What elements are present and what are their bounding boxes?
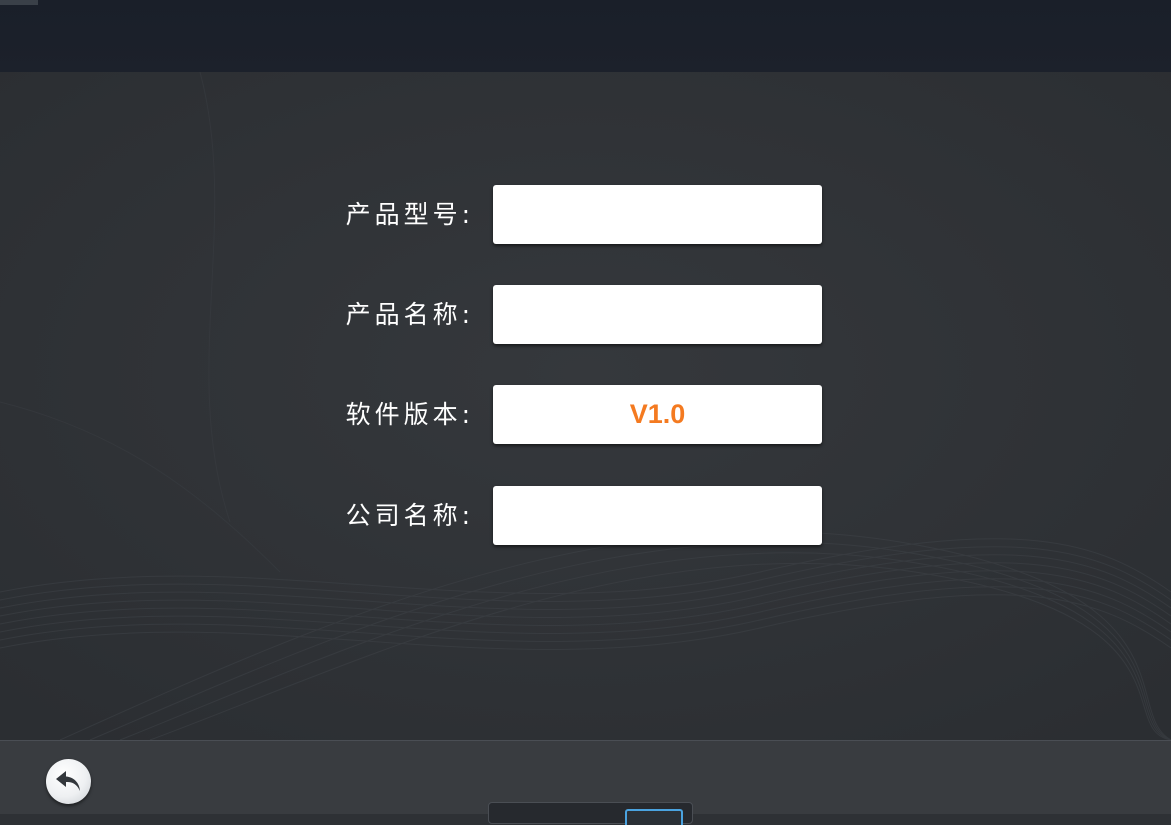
form-row-company-name: 公司名称: — [0, 486, 1171, 546]
company-name-field[interactable] — [493, 486, 822, 545]
top-bar — [0, 0, 1171, 73]
product-model-field[interactable] — [493, 185, 822, 244]
company-name-label: 公司名称: — [345, 501, 474, 530]
product-model-label: 产品型号: — [345, 200, 474, 229]
top-left-tab — [0, 0, 38, 5]
product-name-field[interactable] — [493, 285, 822, 344]
product-name-label: 产品名称: — [345, 300, 474, 329]
form-row-product-name: 产品名称: — [0, 285, 1171, 345]
info-panel: 产品型号: 产品名称: 软件版本: 公司名称: — [0, 72, 1171, 740]
form-row-software-version: 软件版本: — [0, 385, 1171, 445]
software-version-field[interactable] — [493, 385, 822, 444]
back-arrow-icon — [56, 771, 80, 791]
bottom-panel — [488, 802, 693, 825]
software-version-label: 软件版本: — [345, 400, 474, 429]
bottom-bar — [0, 740, 1171, 825]
back-button[interactable] — [46, 759, 91, 804]
form-row-product-model: 产品型号: — [0, 185, 1171, 245]
bottom-panel-tab[interactable] — [625, 809, 683, 825]
